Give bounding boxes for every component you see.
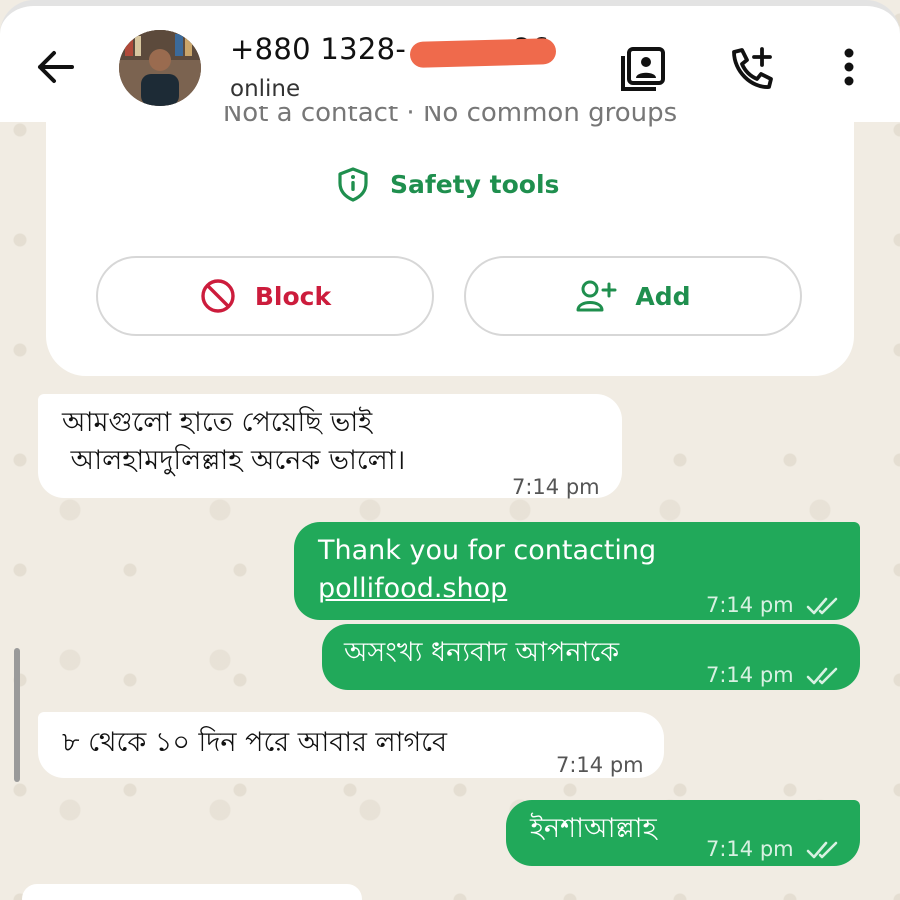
message-time: 7:14 pm: [706, 830, 840, 868]
message-time-text: 7:14 pm: [706, 663, 794, 687]
safety-tools-label: Safety tools: [390, 169, 560, 199]
back-button[interactable]: [30, 42, 80, 92]
avatar-photo: [119, 30, 201, 106]
add-call-icon: [732, 47, 773, 89]
message-text: আমগুলো হাতে পেয়েছি ভাই আলহামদুলিল্লাহ অ…: [62, 404, 405, 480]
message-text: ৮ থেকে ১০ দিন পরে আবার লাগবে: [62, 727, 448, 758]
add-call-button[interactable]: [726, 44, 778, 94]
more-vert-icon: [844, 48, 854, 86]
shield-info-icon: [338, 167, 368, 202]
message-line: আলহামদুলিল্লাহ অনেক ভালো।: [62, 445, 406, 476]
block-icon: [201, 279, 235, 313]
message-text: Thank you for contacting pollifood.shop: [318, 532, 656, 608]
add-contact-button[interactable]: Add: [464, 256, 802, 336]
message-time-text: 7:14 pm: [706, 837, 794, 861]
double-check-icon: [807, 667, 838, 685]
add-person-icon: [576, 280, 617, 312]
message-bubble-outgoing[interactable]: অসংখ্য ধন্যবাদ আপনাকে 7:14 pm: [322, 624, 860, 690]
block-button[interactable]: Block: [96, 256, 434, 336]
message-time-text: 7:14 pm: [706, 593, 794, 617]
block-label: Block: [254, 281, 332, 311]
message-bubble-incoming[interactable]: ৮ থেকে ১০ দিন পরে আবার লাগবে 7:14 pm: [38, 712, 664, 778]
scrollbar[interactable]: [14, 648, 20, 782]
media-gallery-icon: [621, 47, 665, 91]
double-check-icon: [807, 841, 838, 859]
message-bubble-outgoing[interactable]: ইনশাআল্লাহ 7:14 pm: [506, 800, 860, 866]
message-time: 7:14 pm: [706, 656, 840, 694]
redaction-mark: [409, 38, 557, 68]
double-check-icon: [807, 597, 838, 615]
more-options-button[interactable]: [824, 44, 874, 94]
message-text: অসংখ্য ধন্যবাদ আপনাকে: [344, 637, 620, 668]
media-gallery-button[interactable]: [618, 44, 670, 94]
safety-tools-link[interactable]: Safety tools: [336, 164, 559, 204]
contact-subtitle: Not a contact · No common groups: [222, 106, 678, 128]
message-link[interactable]: pollifood.shop: [318, 570, 656, 608]
message-line: আমগুলো হাতে পেয়েছি ভাই: [62, 407, 373, 438]
message-time: 7:14 pm: [706, 586, 840, 624]
contact-status: online: [230, 76, 301, 102]
message-time: 7:14 pm: [556, 753, 644, 777]
partial-message-bubble: [22, 884, 362, 900]
add-label: Add: [635, 281, 691, 311]
message-bubble-incoming[interactable]: আমগুলো হাতে পেয়েছি ভাই আলহামদুলিল্লাহ অ…: [38, 394, 622, 499]
chat-header: +880 1328-86 online: [0, 0, 900, 122]
message-line: Thank you for contacting: [318, 535, 657, 566]
message-time: 7:14 pm: [512, 475, 600, 499]
avatar[interactable]: [119, 30, 201, 106]
contact-name-text: +880 1328-: [230, 32, 407, 66]
back-arrow-icon: [38, 51, 74, 83]
message-text: ইনশাআল্লাহ: [530, 813, 657, 844]
message-bubble-outgoing[interactable]: Thank you for contacting pollifood.shop …: [294, 522, 860, 620]
contact-info-card: Not a contact · No common groups Safety …: [46, 106, 854, 376]
